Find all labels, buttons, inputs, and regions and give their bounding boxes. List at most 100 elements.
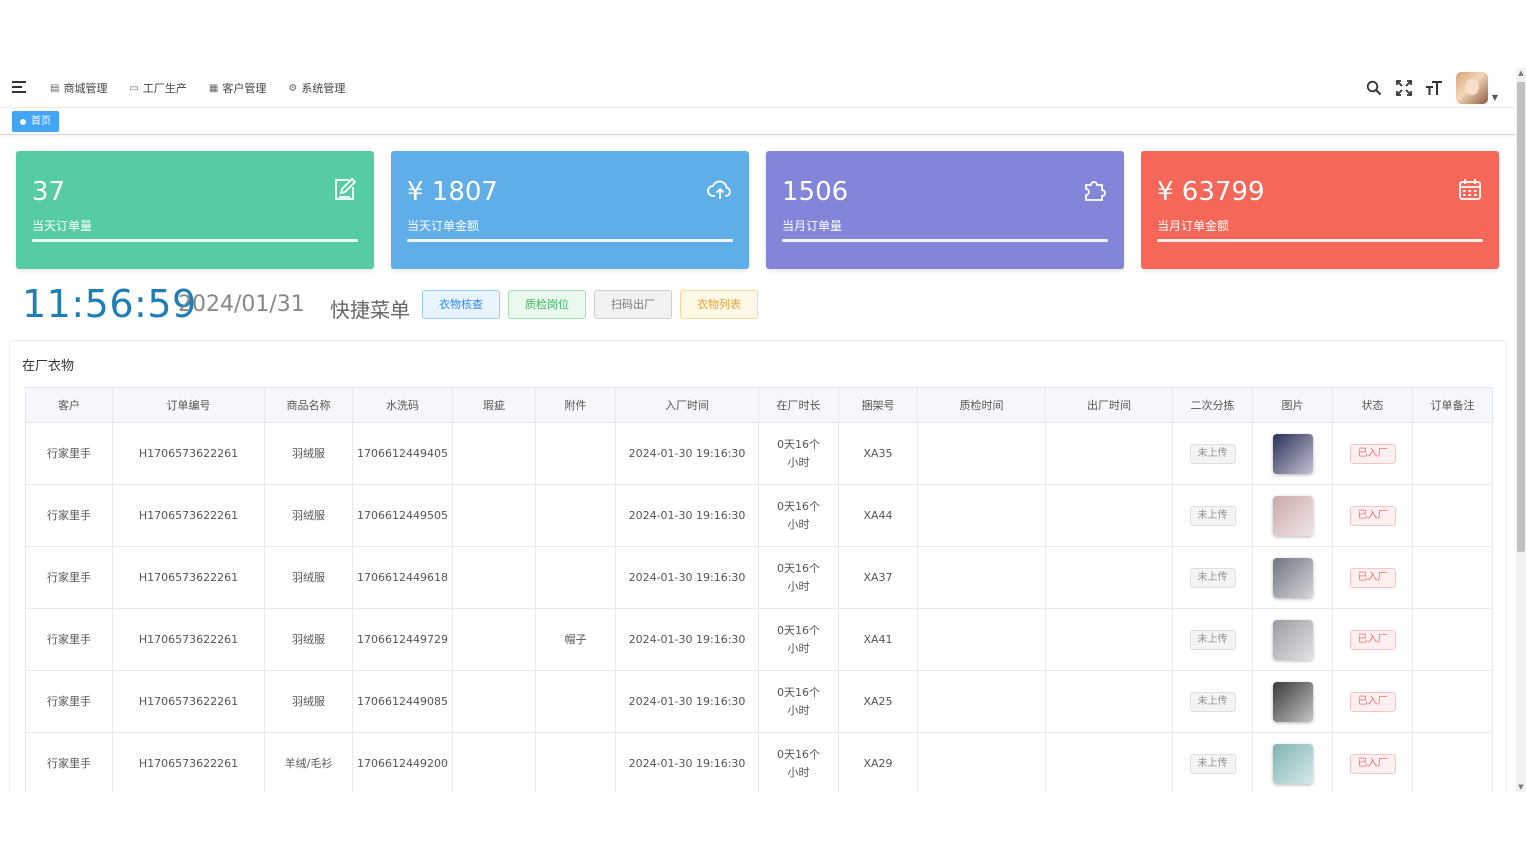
scroll-down-icon[interactable]: ▼	[1516, 782, 1526, 792]
column-header: 水洗码	[352, 387, 453, 423]
menu-item-label: 客户管理	[222, 82, 267, 95]
status-badge: 已入厂	[1349, 443, 1396, 464]
cell-image	[1252, 670, 1333, 733]
column-header: 入厂时间	[615, 387, 759, 423]
cell-rack: XA44	[838, 484, 918, 547]
sort-status-badge[interactable]: 未上传	[1189, 691, 1236, 712]
column-header: 附件	[535, 387, 616, 423]
card-value: ¥ 63799	[1157, 177, 1265, 207]
card-month-amount[interactable]: ¥ 63799 当月订单金额	[1141, 151, 1499, 269]
fullscreen-icon[interactable]	[1395, 80, 1412, 96]
cell-status: 已入厂	[1332, 484, 1413, 547]
sort-status-badge[interactable]: 未上传	[1189, 753, 1236, 774]
menu-item-label: 系统管理	[301, 82, 346, 95]
hamburger-icon[interactable]	[12, 80, 28, 94]
cell-in-time: 2024-01-30 19:16:30	[615, 670, 759, 733]
menu-item-mall[interactable]: ▤ 商城管理	[50, 80, 107, 96]
column-header: 商品名称	[264, 387, 353, 423]
quick-button-scan-out[interactable]: 扫码出厂	[594, 290, 672, 319]
cell-note	[1412, 484, 1493, 547]
scroll-thumb[interactable]	[1517, 82, 1525, 552]
grid-icon: ▤	[50, 82, 60, 94]
sort-status-badge[interactable]: 未上传	[1189, 629, 1236, 650]
cell-product: 羊绒/毛衫	[264, 732, 353, 792]
card-label: 当天订单量	[32, 219, 93, 233]
clothes-thumbnail[interactable]	[1272, 681, 1313, 722]
menu-item-customer[interactable]: ▦ 客户管理	[209, 80, 266, 96]
edit-icon	[332, 177, 358, 203]
cell-rack: XA41	[838, 608, 918, 671]
chevron-down-icon[interactable]: ▼	[1492, 93, 1498, 102]
cell-defect	[452, 608, 536, 671]
card-month-orders[interactable]: 1506 当月订单量	[766, 151, 1124, 269]
card-today-amount[interactable]: ¥ 1807 当天订单金额	[391, 151, 749, 269]
column-header: 质检时间	[917, 387, 1046, 423]
table-row[interactable]: 行家里手 H1706573622261 羽绒服 1706612449618 2024-0…	[25, 546, 1493, 609]
quick-button-clothes-list[interactable]: 衣物列表	[680, 290, 758, 319]
clothes-thumbnail[interactable]	[1272, 619, 1313, 660]
cell-order: H1706573622261	[112, 608, 265, 671]
search-icon[interactable]	[1366, 80, 1382, 96]
cell-note	[1412, 608, 1493, 671]
cell-product: 羽绒服	[264, 608, 353, 671]
clothes-thumbnail[interactable]	[1272, 495, 1313, 536]
page-scrollbar[interactable]: ▲ ▼	[1516, 68, 1526, 792]
table-row[interactable]: 行家里手 H1706573622261 羽绒服 1706612449085 2024-0…	[25, 670, 1493, 733]
tag-home[interactable]: 首页	[12, 111, 59, 132]
cell-qc-time	[917, 670, 1046, 733]
quick-button-clothes-check[interactable]: 衣物核查	[422, 290, 500, 319]
quick-button-qc-station[interactable]: 质检岗位	[508, 290, 586, 319]
menu-item-label: 工厂生产	[142, 82, 187, 95]
cell-status: 已入厂	[1332, 546, 1413, 609]
cell-code: 1706612449729	[352, 608, 453, 671]
cell-status: 已入厂	[1332, 608, 1413, 671]
cell-sort: 未上传	[1172, 608, 1253, 671]
card-value: 37	[32, 177, 66, 207]
column-header: 订单编号	[112, 387, 265, 423]
cell-qc-time	[917, 484, 1046, 547]
clothes-thumbnail[interactable]	[1272, 433, 1313, 474]
scroll-up-icon[interactable]: ▲	[1516, 68, 1526, 78]
cell-attach	[535, 732, 616, 792]
cell-image	[1252, 484, 1333, 547]
avatar[interactable]	[1455, 72, 1488, 104]
app-window: ▤ 商城管理 ▭ 工厂生产 ▦ 客户管理 ⚙ 系统管理 ▼ 首页 37 当天订单…	[0, 68, 1516, 792]
cell-status: 已入厂	[1332, 670, 1413, 733]
cell-duration: 0天16个小时	[758, 608, 839, 671]
table-icon: ▦	[208, 82, 219, 94]
card-label: 当月订单量	[782, 219, 843, 233]
top-menu: ▤ 商城管理 ▭ 工厂生产 ▦ 客户管理 ⚙ 系统管理	[50, 80, 345, 96]
clothes-thumbnail[interactable]	[1272, 743, 1313, 784]
card-today-orders[interactable]: 37 当天订单量	[16, 151, 374, 269]
cell-customer: 行家里手	[25, 670, 113, 733]
cell-defect	[452, 546, 536, 609]
cell-duration: 0天16个小时	[758, 732, 839, 792]
sort-status-badge[interactable]: 未上传	[1189, 443, 1236, 464]
cell-customer: 行家里手	[25, 732, 113, 792]
cell-status: 已入厂	[1332, 732, 1413, 792]
cell-in-time: 2024-01-30 19:16:30	[615, 484, 759, 547]
menu-item-factory[interactable]: ▭ 工厂生产	[129, 80, 186, 96]
cell-rack: XA35	[838, 422, 918, 485]
clothes-table: 客户 订单编号 商品名称 水洗码 瑕疵 附件 入厂时间 在厂时长 捆架号 质检时…	[25, 387, 1493, 792]
font-size-icon[interactable]	[1425, 80, 1442, 96]
table-row[interactable]: 行家里手 H1706573622261 羽绒服 1706612449729 帽子 2024…	[25, 608, 1493, 671]
cell-note	[1412, 670, 1493, 733]
card-underline	[1157, 239, 1483, 242]
table-row[interactable]: 行家里手 H1706573622261 羽绒服 1706612449405 2024-0…	[25, 422, 1493, 485]
table-row[interactable]: 行家里手 H1706573622261 羊绒/毛衫 1706612449200 2024…	[25, 732, 1493, 792]
clothes-thumbnail[interactable]	[1272, 557, 1313, 598]
cell-order: H1706573622261	[112, 546, 265, 609]
sort-status-badge[interactable]: 未上传	[1189, 567, 1236, 588]
cell-in-time: 2024-01-30 19:16:30	[615, 608, 759, 671]
menu-item-system[interactable]: ⚙ 系统管理	[288, 80, 345, 96]
cell-order: H1706573622261	[112, 484, 265, 547]
cell-duration: 0天16个小时	[758, 484, 839, 547]
column-header: 订单备注	[1412, 387, 1493, 423]
table-row[interactable]: 行家里手 H1706573622261 羽绒服 1706612449505 2024-0…	[25, 484, 1493, 547]
sort-status-badge[interactable]: 未上传	[1189, 505, 1236, 526]
cell-note	[1412, 422, 1493, 485]
cell-attach	[535, 670, 616, 733]
clock-row: 11:56:59 2024/01/31 快捷菜单 衣物核查 质检岗位 扫码出厂 …	[22, 282, 922, 328]
cell-code: 1706612449405	[352, 422, 453, 485]
